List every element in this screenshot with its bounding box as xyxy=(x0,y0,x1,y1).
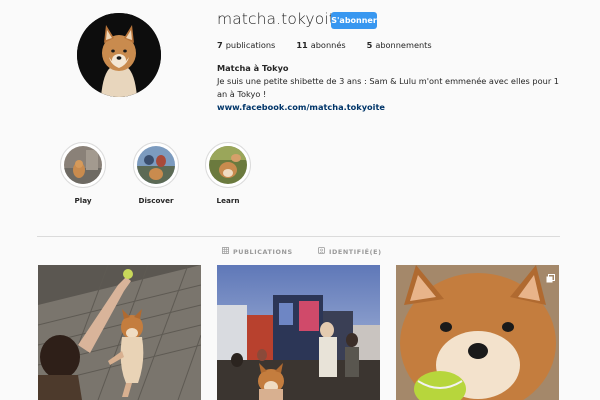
multiple-photos-icon xyxy=(546,268,555,283)
tabs-divider xyxy=(37,236,560,237)
stat-followers-count: 11 xyxy=(296,40,308,50)
post-thumbnail[interactable] xyxy=(38,265,201,400)
highlight-discover[interactable]: Discover xyxy=(133,142,179,205)
highlight-label: Discover xyxy=(138,196,174,205)
profile-username: matcha.tokyoite xyxy=(217,10,345,28)
tab-publications[interactable]: PUBLICATIONS xyxy=(222,247,293,256)
highlight-cover xyxy=(209,146,247,184)
tab-label: IDENTIFIÉ(E) xyxy=(329,247,382,256)
tag-icon xyxy=(318,247,325,256)
highlight-label: Learn xyxy=(216,196,240,205)
grid-icon xyxy=(222,247,229,256)
stat-posts-count: 7 xyxy=(217,40,223,50)
stat-posts-label: publications xyxy=(225,40,276,50)
highlight-cover xyxy=(64,146,102,184)
highlight-ring xyxy=(205,142,251,188)
post-thumbnail[interactable] xyxy=(217,265,380,400)
highlight-label: Play xyxy=(74,196,92,205)
bio-text: Je suis une petite shibette de 3 ans : S… xyxy=(217,76,559,99)
stat-followers[interactable]: 11 abonnés xyxy=(296,40,345,50)
stat-followers-label: abonnés xyxy=(310,40,346,50)
stat-posts: 7 publications xyxy=(217,40,275,50)
post-thumbnail[interactable] xyxy=(396,265,559,400)
bio-name: Matcha à Tokyo xyxy=(217,63,289,73)
highlight-ring xyxy=(133,142,179,188)
follow-button[interactable]: S'abonner xyxy=(331,12,377,29)
highlight-cover xyxy=(137,146,175,184)
stat-following-count: 5 xyxy=(366,40,373,50)
profile-stats: 7 publications 11 abonnés 5 abonnements xyxy=(217,40,432,50)
stat-following[interactable]: 5 abonnements xyxy=(367,40,432,50)
bio-link[interactable]: www.facebook.com/matcha.tokyoite xyxy=(217,102,385,112)
tab-label: PUBLICATIONS xyxy=(233,247,293,256)
stat-following-label: abonnements xyxy=(375,40,432,50)
highlight-play[interactable]: Play xyxy=(60,142,106,205)
tab-tagged[interactable]: IDENTIFIÉ(E) xyxy=(318,247,382,256)
highlight-learn[interactable]: Learn xyxy=(205,142,251,205)
profile-avatar[interactable] xyxy=(77,13,161,97)
highlight-ring xyxy=(60,142,106,188)
